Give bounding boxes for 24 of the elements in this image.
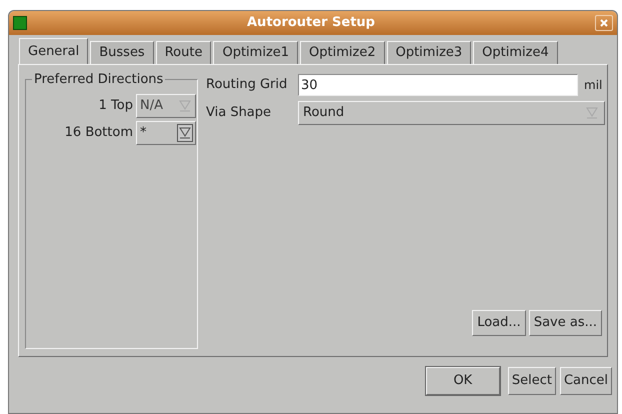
app-icon	[13, 16, 27, 30]
close-icon	[600, 19, 608, 27]
unit-label: mil	[584, 77, 602, 94]
tab[interactable]: Optimize4	[473, 41, 558, 64]
tab[interactable]: Optimize3	[386, 41, 472, 64]
layer-label: 1 Top	[98, 97, 134, 116]
dialog-button[interactable]: Cancel	[560, 367, 612, 395]
panel-button[interactable]: Save as...	[528, 310, 602, 336]
close-button[interactable]	[595, 15, 613, 31]
tab[interactable]: Optimize2	[300, 41, 385, 64]
tab[interactable]: General	[19, 38, 88, 64]
tab[interactable]: Busses	[90, 41, 154, 64]
tab[interactable]: Route	[156, 41, 212, 64]
layer-label: 16 Bottom	[64, 124, 134, 142]
dialog-button[interactable]: OK	[426, 367, 500, 395]
tab[interactable]: Optimize1	[213, 41, 298, 64]
window-title: Autorouter Setup	[246, 14, 376, 32]
dialog-button[interactable]: Select	[508, 367, 556, 395]
field-label: Via Shape	[206, 104, 272, 122]
via-shape-dropdown[interactable]: Round	[298, 101, 605, 125]
routing-grid-field[interactable]: 30	[298, 74, 578, 96]
field-label: Routing Grid	[206, 76, 288, 94]
direction-dropdown[interactable]: *	[136, 121, 196, 145]
panel-button[interactable]: Load...	[472, 310, 526, 336]
